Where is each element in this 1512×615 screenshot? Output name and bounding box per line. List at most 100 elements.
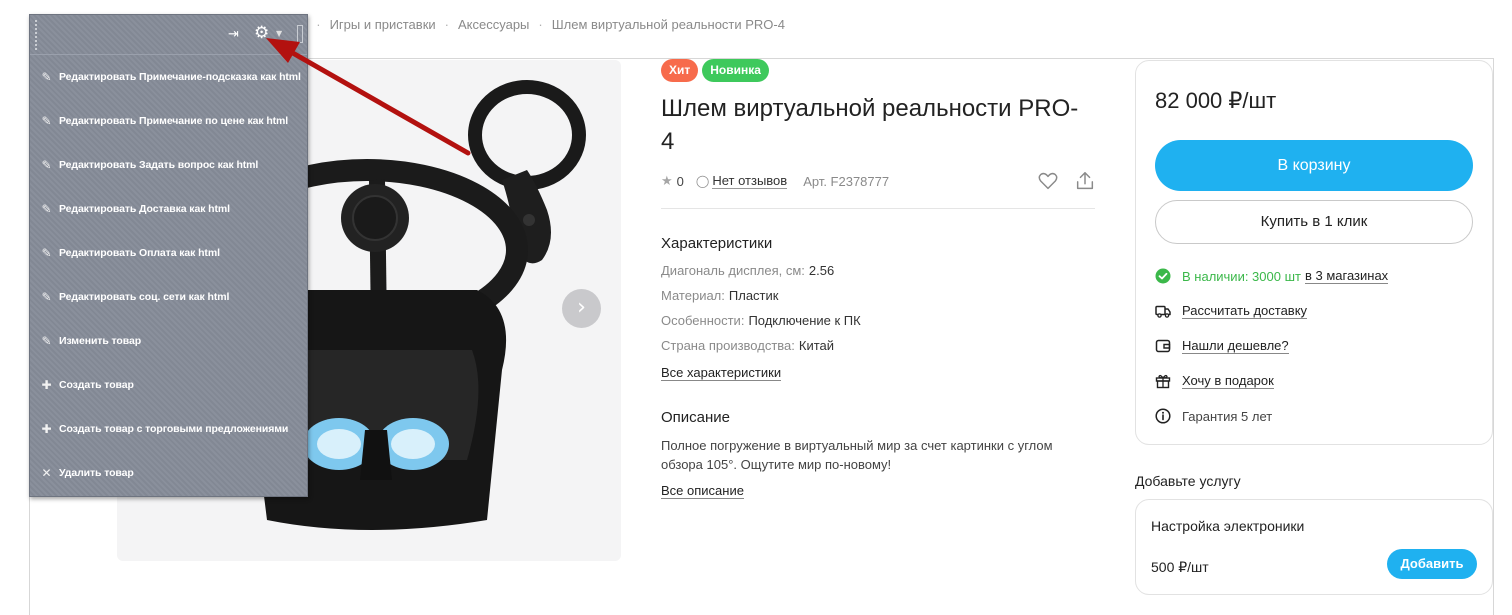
gift-icon [1155,373,1171,389]
stores-link[interactable]: в 3 магазинах [1304,268,1389,284]
wallet-icon [1155,338,1171,354]
pin-icon[interactable]: ⇥ [228,26,239,42]
admin-item-edit-hint[interactable]: ✎ Редактировать Примечание-подсказка как … [30,55,307,99]
breadcrumb-item-current: Шлем виртуальной реальности PRO-4 [551,17,785,32]
badge-hit: Хит [661,59,699,82]
admin-item-edit-price-note[interactable]: ✎ Редактировать Примечание по цене как ht… [30,99,307,143]
all-description-link[interactable]: Все описание [661,483,744,499]
admin-panel-header[interactable]: ⇥ ⚙ ▼ [30,15,307,55]
all-specs-link[interactable]: Все характеристики [661,365,782,381]
admin-item-label: Редактировать соц. сети как html [59,291,230,303]
cheaper-row[interactable]: Нашли дешевле? [1155,338,1289,354]
gift-link[interactable]: Хочу в подарок [1182,373,1274,389]
spec-value: Пластик [728,288,779,303]
pencil-icon: ✎ [41,158,52,172]
buy-one-click-button[interactable]: Купить в 1 клик [1155,200,1473,244]
star-icon: ★ [661,173,673,189]
pencil-icon: ✎ [41,334,52,348]
service-name: Настройка электроники [1151,518,1305,534]
warranty-text: Гарантия 5 лет [1182,408,1273,424]
spec-value: 2.56 [808,263,835,278]
share-icon[interactable] [1074,170,1096,192]
admin-item-label: Удалить товар [59,467,134,479]
gear-icon[interactable]: ⚙ [254,23,269,43]
breadcrumb: а·Игры и приставки·Аксессуары·Шлем вирту… [300,17,785,32]
add-service-button[interactable]: Добавить [1387,549,1477,579]
reviews-link[interactable]: Нет отзывов [712,173,788,189]
admin-item-edit-question[interactable]: ✎ Редактировать Задать вопрос как html [30,143,307,187]
panel-handle-icon[interactable] [297,25,303,43]
spec-value: Китай [798,338,835,353]
buy-card: 82 000 ₽/шт В корзину Купить в 1 клик В … [1135,60,1493,445]
article-number: Арт. F2378777 [803,173,890,189]
spec-row: Страна производства: Китай [661,338,834,353]
spec-value: Подключение к ПК [748,313,861,328]
admin-item-create-product[interactable]: ✚ Создать товар [30,363,307,407]
pencil-icon: ✎ [41,114,52,128]
heart-icon[interactable] [1037,170,1059,192]
plus-icon: ✚ [41,422,52,436]
admin-item-edit-payment[interactable]: ✎ Редактировать Оплата как html [30,231,307,275]
breadcrumb-separator: · [444,17,449,32]
admin-item-label: Редактировать Оплата как html [59,247,220,259]
stock-row: В наличии: 3000 шт в 3 магазинах [1155,268,1389,284]
breadcrumb-separator: · [316,17,321,32]
chevron-down-icon[interactable]: ▼ [276,29,282,38]
badge-new: Новинка [702,59,769,82]
breadcrumb-separator: · [538,17,543,32]
admin-panel[interactable]: ⇥ ⚙ ▼ ✎ Редактировать Примечание-подсказк… [29,14,308,497]
product-title: Шлем виртуальной реальности PRO-4 [661,95,1079,155]
specs-title: Характеристики [661,235,773,252]
description-text: Полное погружение в виртуальный мир за с… [661,438,1053,472]
admin-item-edit-product[interactable]: ✎ Изменить товар [30,319,307,363]
found-cheaper-link[interactable]: Нашли дешевле? [1182,338,1289,354]
product-badges: Хит Новинка [661,59,769,82]
warranty-row: Гарантия 5 лет [1155,408,1272,424]
drag-handle-icon[interactable] [34,19,38,51]
spec-key: Материал: [661,288,725,303]
admin-item-label: Изменить товар [59,335,142,347]
spec-key: Страна производства: [661,338,795,353]
service-card: Настройка электроники 500 ₽/шт Добавить [1135,499,1493,595]
admin-item-label: Редактировать Доставка как html [59,203,230,215]
add-to-cart-button[interactable]: В корзину [1155,140,1473,191]
breadcrumb-item-games[interactable]: Игры и приставки [330,17,436,32]
stock-status: В наличии: 3000 шт [1182,268,1301,284]
check-circle-icon [1155,268,1171,284]
divider [661,208,1095,209]
pencil-icon: ✎ [41,246,52,260]
gift-row[interactable]: Хочу в подарок [1155,373,1274,389]
description-title: Описание [661,409,731,426]
spec-row: Диагональ дисплея, см: 2.56 [661,263,834,278]
delivery-link[interactable]: Рассчитать доставку [1182,303,1308,319]
info-icon [1155,408,1171,424]
admin-menu: ✎ Редактировать Примечание-подсказка как … [30,55,307,495]
pencil-icon: ✎ [41,202,52,216]
admin-item-label: Создать товар с торговыми предложениями [59,423,289,435]
admin-item-label: Редактировать Примечание по цене как htm… [59,115,289,127]
admin-item-edit-delivery[interactable]: ✎ Редактировать Доставка как html [30,187,307,231]
service-price: 500 ₽/шт [1151,559,1209,575]
admin-item-edit-social[interactable]: ✎ Редактировать соц. сети как html [30,275,307,319]
rating-value: 0 [676,173,684,189]
spec-row: Особенности: Подключение к ПК [661,313,861,328]
breadcrumb-item-accessories[interactable]: Аксессуары [458,17,529,32]
gallery-next-button[interactable]: › [562,289,601,328]
admin-item-create-product-offers[interactable]: ✚ Создать товар с торговыми предложениями [30,407,307,451]
chevron-right-icon: › [577,295,586,320]
spec-key: Диагональ дисплея, см: [661,263,805,278]
admin-item-label: Редактировать Задать вопрос как html [59,159,259,171]
admin-item-label: Редактировать Примечание-подсказка как h… [59,71,301,83]
spec-key: Особенности: [661,313,745,328]
price: 82 000 ₽/шт [1155,88,1277,113]
pencil-icon: ✎ [41,290,52,304]
pencil-icon: ✎ [41,70,52,84]
delivery-row[interactable]: Рассчитать доставку [1155,303,1308,319]
spec-row: Материал: Пластик [661,288,778,303]
comment-icon: ◯ [695,174,710,188]
admin-item-delete-product[interactable]: ✕ Удалить товар [30,451,307,495]
admin-item-label: Создать товар [59,379,134,391]
services-title: Добавьте услугу [1135,473,1241,489]
plus-icon: ✚ [41,378,52,392]
product-meta: ★ 0 ◯ Нет отзывов Арт. F2378777 [661,173,889,189]
